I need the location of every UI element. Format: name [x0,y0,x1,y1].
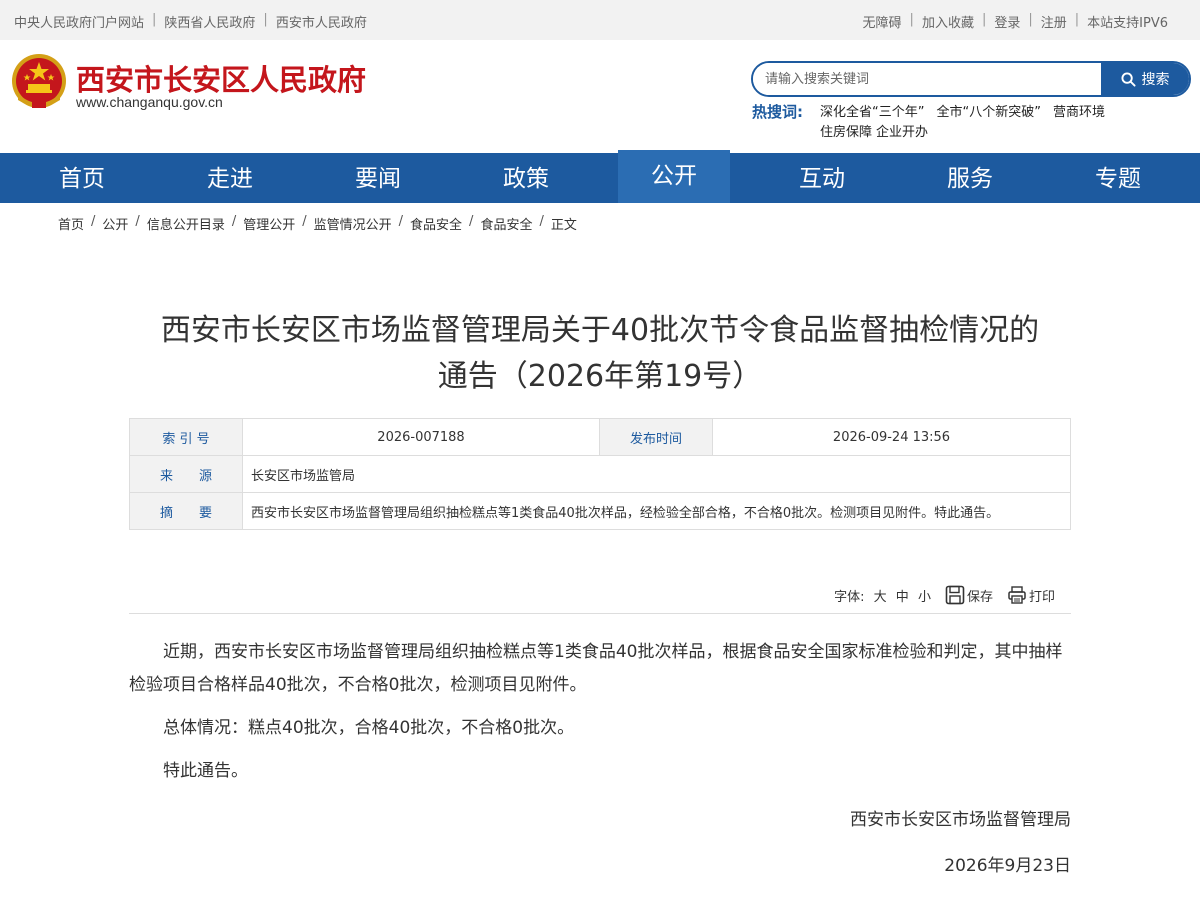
print-label: 打印 [1028,589,1055,605]
top-utility-bar: 中央人民政府门户网站 | 陕西省人民政府 | 西安市人民政府 无障碍 | 加入收… [0,0,1200,40]
separator: | [1074,12,1080,27]
article-title-line: 西安市长安区市场监督管理局关于40批次节令食品监督抽检情况的 [160,313,1040,348]
breadcrumb-item[interactable]: 首页 [58,214,84,233]
breadcrumb-separator: / [539,214,544,229]
breadcrumb: 首页 / 公开 / 信息公开目录 / 管理公开 / 监管情况公开 / 食品安全 / 食品安全… [58,214,577,233]
print-icon [1008,586,1026,604]
article-paragraph: 特此通告。 [163,761,248,781]
breadcrumb-separator: / [135,214,140,229]
meta-date-label: 发布时间 [599,418,713,456]
link-login[interactable]: 登录 [994,12,1020,31]
article-body: 近期，西安市长安区市场监督管理局组织抽检糕点等1类食品40批次样品，根据食品安全… [129,636,1071,798]
hot-word[interactable]: 全市“八个新突破” [936,103,1040,123]
breadcrumb-item[interactable]: 食品安全 [480,214,532,233]
meta-row: 摘 要 西安市长安区市场监督管理局组织抽检糕点等1类食品40批次样品，经检验全部… [129,492,1071,530]
hot-word[interactable]: 深化全省“三个年” [820,103,924,123]
breadcrumb-separator: / [91,214,96,229]
nav-item-policy[interactable]: 政策 [470,153,582,203]
search-icon [1120,71,1136,87]
meta-row: 索 引 号 2026-007188 发布时间 2026-09-24 13:56 [129,418,1071,456]
top-left-links: 中央人民政府门户网站 | 陕西省人民政府 | 西安市人民政府 [14,12,367,31]
hot-word[interactable]: 住房保障 [820,123,872,143]
hot-word[interactable]: 营商环境 [1053,103,1105,123]
nav-item-topics[interactable]: 专题 [1062,153,1174,203]
nav-item-news[interactable]: 要闻 [322,153,434,203]
breadcrumb-item[interactable]: 监管情况公开 [314,214,392,233]
article-date: 2026年9月23日 [944,856,1071,876]
search-button[interactable]: 搜索 [1101,63,1189,95]
breadcrumb-separator: / [398,214,404,229]
nav-item-interaction[interactable]: 互动 [766,153,878,203]
main-nav: 首页 走进 要闻 政策 公开 互动 服务 专题 [0,150,1200,203]
article-tools: 字体: 大 中 小 保存 打印 [129,582,1071,614]
link-xian-gov[interactable]: 西安市人民政府 [276,12,367,31]
link-shaanxi-gov[interactable]: 陕西省人民政府 [164,12,255,31]
search-input[interactable] [753,63,1101,95]
link-accessibility[interactable]: 无障碍 [863,12,902,31]
font-size-large[interactable]: 大 [874,590,887,605]
hot-search-list: 深化全省“三个年” 全市“八个新突破” 营商环境 住房保障 企业开办 [820,103,1170,143]
separator: | [909,12,914,27]
site-title[interactable]: 西安市长安区人民政府 [76,57,366,99]
breadcrumb-item[interactable]: 食品安全 [410,214,462,233]
hot-search-label: 热搜词: [752,103,803,121]
search-box: 搜索 [751,61,1191,97]
national-emblem-icon[interactable] [10,52,68,112]
save-icon [945,585,965,605]
print-button[interactable]: 打印 [1007,585,1055,605]
breadcrumb-item[interactable]: 信息公开目录 [147,214,225,233]
site-url: www.changanqu.gov.cn [76,94,223,110]
meta-summary-value: 西安市长安区市场监督管理局组织抽检糕点等1类食品40批次样品，经检验全部合格，不… [242,492,1071,530]
nav-item-service[interactable]: 服务 [914,153,1026,203]
link-register[interactable]: 注册 [1041,12,1067,31]
hot-word[interactable]: 企业开办 [876,123,928,143]
breadcrumb-separator: / [302,214,307,229]
font-size-label: 字体: [834,589,865,605]
nav-item-about[interactable]: 走进 [174,153,286,203]
breadcrumb-current: 正文 [550,218,577,233]
font-size-control: 字体: 大 中 小 [834,586,931,605]
separator: | [263,12,268,27]
breadcrumb-item[interactable]: 管理公开 [243,214,295,233]
meta-date-value: 2026-09-24 13:56 [712,418,1071,456]
site-header: 西安市长安区人民政府 www.changanqu.gov.cn 搜索 热搜词: … [0,40,1200,153]
meta-row: 来 源 长安区市场监管局 [129,455,1071,493]
font-size-small[interactable]: 小 [918,590,931,605]
separator: | [152,12,157,27]
link-add-favorite[interactable]: 加入收藏 [922,12,974,31]
meta-index-value: 2026-007188 [242,418,600,456]
link-ipv6[interactable]: 本站支持IPV6 [1087,12,1168,31]
article-signature: 西安市长安区市场监督管理局 [850,810,1071,830]
meta-source-label: 来 源 [129,455,243,493]
meta-source-value: 长安区市场监管局 [242,455,1071,493]
article-paragraph: 近期，西安市长安区市场监督管理局组织抽检糕点等1类食品40批次样品，根据食品安全… [129,642,1063,695]
top-right-links: 无障碍 | 加入收藏 | 登录 | 注册 | 本站支持IPV6 [863,12,1168,31]
article-paragraph: 总体情况：糕点40批次，合格40批次，不合格0批次。 [163,718,575,738]
link-central-gov[interactable]: 中央人民政府门户网站 [14,12,144,31]
article-title: 西安市长安区市场监督管理局关于40批次节令食品监督抽检情况的 通告（2026年第… [120,308,1080,400]
font-size-medium[interactable]: 中 [896,590,909,605]
save-label: 保存 [966,589,993,605]
article-title-line: 通告（2026年第19号） [437,359,763,394]
breadcrumb-item[interactable]: 公开 [102,214,128,233]
separator: | [981,12,987,27]
save-button[interactable]: 保存 [945,585,993,605]
meta-index-label: 索 引 号 [129,418,243,456]
breadcrumb-separator: / [469,214,474,229]
breadcrumb-separator: / [231,214,237,229]
article-meta-table: 索 引 号 2026-007188 发布时间 2026-09-24 13:56 … [129,418,1071,530]
nav-item-open[interactable]: 公开 [618,150,730,203]
separator: | [1028,12,1033,27]
nav-item-home[interactable]: 首页 [26,153,138,203]
search-button-label: 搜索 [1141,72,1170,88]
meta-summary-label: 摘 要 [129,492,243,530]
